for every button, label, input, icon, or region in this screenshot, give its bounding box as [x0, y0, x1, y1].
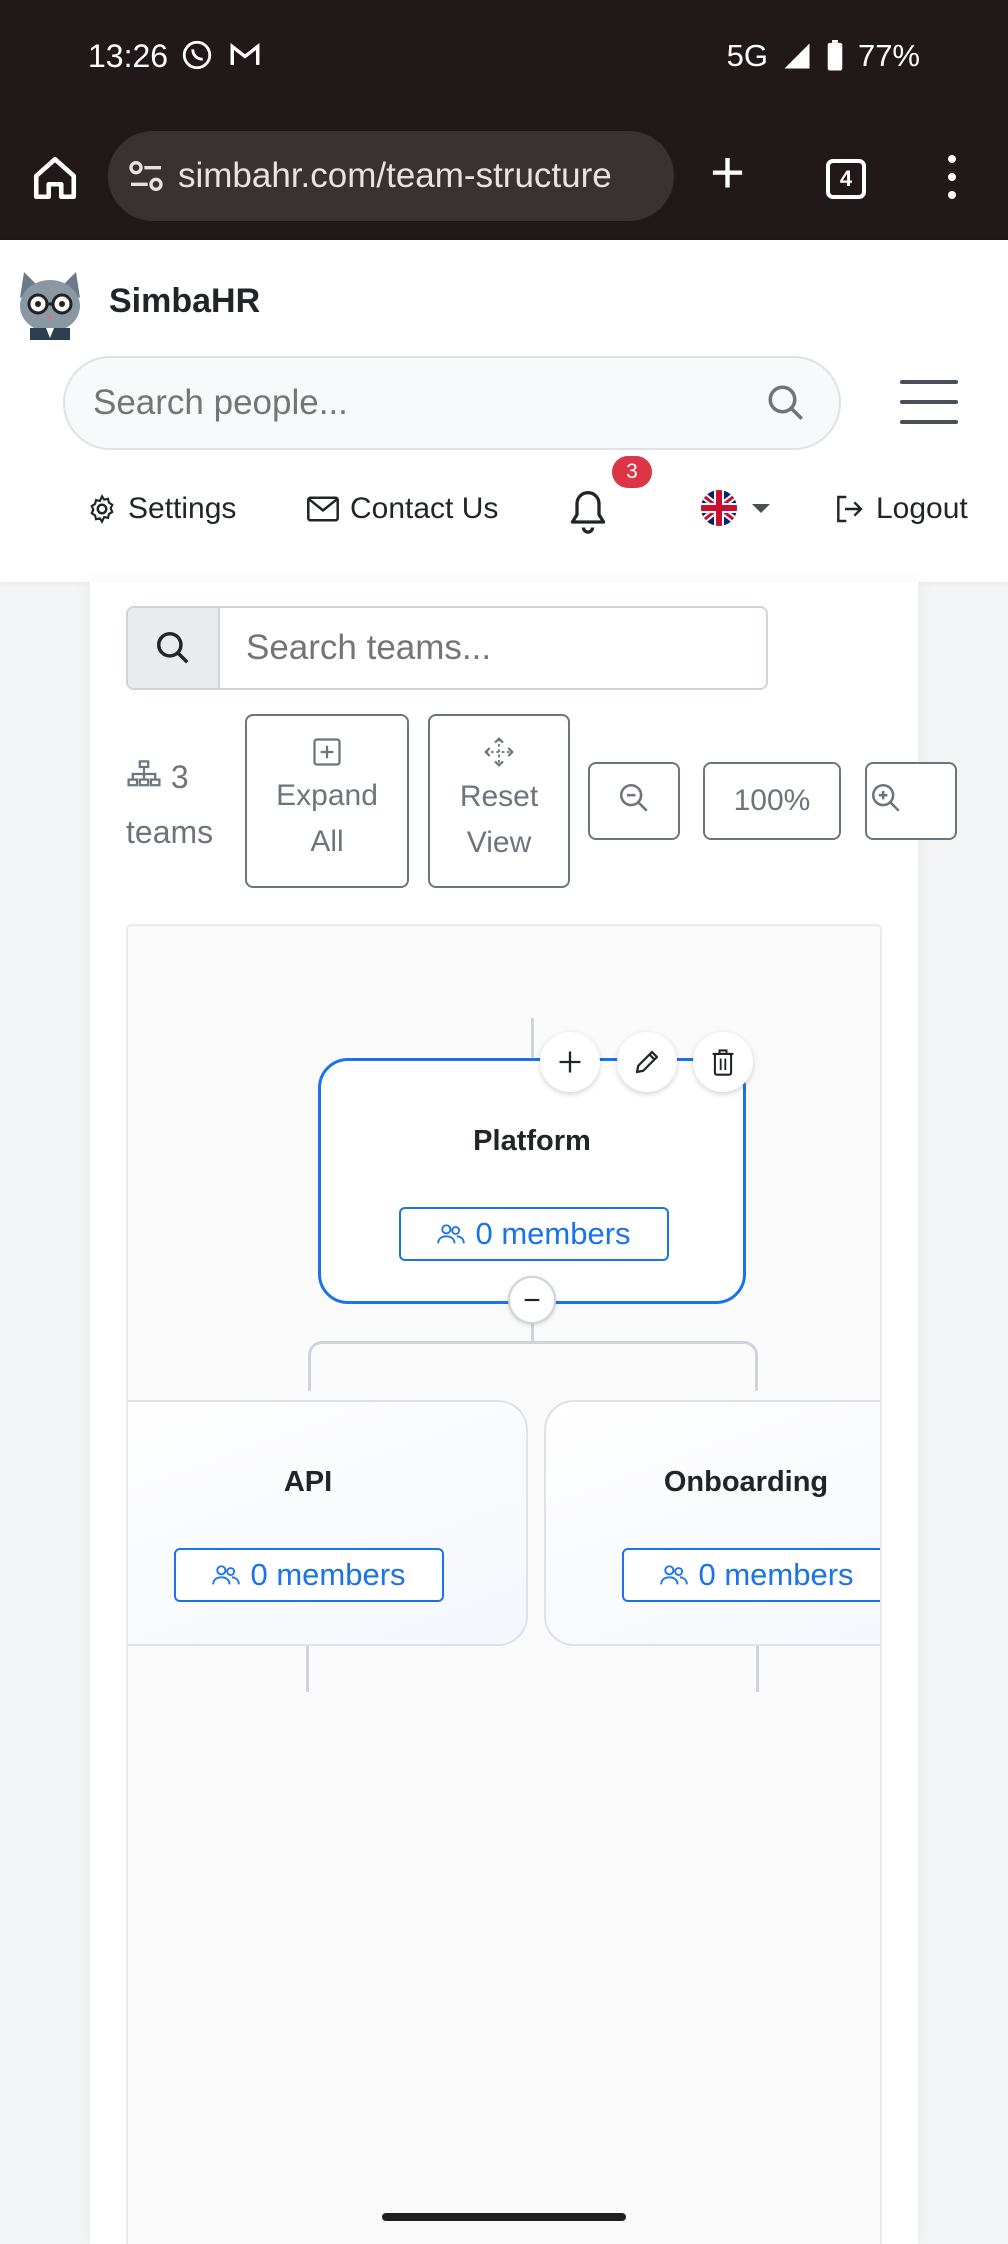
- menu-toggle-button[interactable]: [900, 380, 958, 424]
- zoom-in-button[interactable]: [865, 762, 957, 840]
- expand-all-label-2: All: [310, 825, 344, 858]
- members-count: 0 members: [475, 1216, 631, 1251]
- members-badge[interactable]: 0 members: [399, 1207, 669, 1261]
- team-count-number: 3: [170, 759, 189, 795]
- trash-icon: [712, 1049, 734, 1076]
- notifications-button[interactable]: [566, 486, 610, 536]
- whatsapp-icon: [182, 40, 212, 70]
- nav-logout-label: Logout: [876, 492, 968, 525]
- reset-view-label-2: View: [466, 826, 532, 859]
- org-chart-icon: [127, 760, 161, 787]
- uk-flag-icon: [701, 490, 737, 526]
- system-indicators: 5G 77%: [727, 38, 920, 74]
- team-search-group[interactable]: [126, 606, 768, 690]
- edit-team-button[interactable]: [617, 1032, 677, 1092]
- team-name: Platform: [473, 1125, 591, 1157]
- members-count: 0 members: [250, 1557, 406, 1592]
- team-structure-card: 3 teams Expand All Reset View 100% Platf…: [90, 582, 957, 2244]
- team-node-platform[interactable]: Platform 0 members: [318, 1058, 746, 1304]
- gear-icon: [90, 494, 114, 524]
- logout-icon: [837, 495, 863, 523]
- people-icon: [437, 1224, 466, 1244]
- site-header: SimbaHR Settings Contact Us: [0, 240, 1008, 582]
- battery-icon: [827, 40, 843, 71]
- delete-team-button[interactable]: [693, 1032, 753, 1092]
- home-icon[interactable]: [30, 153, 80, 203]
- people-search-box[interactable]: [63, 356, 841, 450]
- cat-logo-icon[interactable]: [10, 268, 90, 340]
- team-node-api[interactable]: API 0 members: [128, 1400, 528, 1646]
- envelope-icon: [307, 496, 339, 522]
- tab-switcher-button[interactable]: 4: [826, 159, 866, 199]
- members-badge[interactable]: 0 members: [174, 1548, 444, 1602]
- add-child-team-button[interactable]: [540, 1032, 600, 1092]
- language-selector[interactable]: [696, 490, 770, 526]
- nav-settings[interactable]: Settings: [86, 492, 236, 526]
- expand-all-label-1: Expand: [276, 779, 378, 812]
- address-bar[interactable]: simbahr.com/team-structure: [108, 131, 674, 221]
- notification-icons: [180, 38, 262, 72]
- network-type: 5G: [726, 38, 768, 73]
- site-settings-icon[interactable]: [126, 156, 166, 196]
- nav-settings-label: Settings: [128, 492, 237, 525]
- new-tab-button[interactable]: +: [710, 143, 745, 203]
- browser-toolbar: simbahr.com/team-structure + 4: [0, 115, 1008, 240]
- reset-view-button[interactable]: Reset View: [428, 714, 570, 888]
- bell-icon: [570, 491, 606, 534]
- notification-count-badge: 3: [612, 456, 652, 488]
- team-node-onboarding[interactable]: Onboarding 0 members: [544, 1400, 880, 1646]
- browser-menu-icon[interactable]: [948, 155, 958, 205]
- brand-name[interactable]: SimbaHR: [109, 282, 260, 321]
- signal-icon: [784, 43, 810, 69]
- battery-level: 77%: [857, 38, 920, 73]
- url-text: simbahr.com/team-structure: [178, 156, 612, 195]
- team-count: 3 teams: [126, 750, 236, 860]
- pencil-icon: [635, 1050, 659, 1074]
- team-search-input[interactable]: [220, 608, 766, 688]
- gesture-bar[interactable]: [382, 2213, 626, 2221]
- people-icon: [212, 1565, 241, 1585]
- people-search-input[interactable]: [93, 383, 733, 423]
- zoom-level-button[interactable]: 100%: [703, 762, 841, 840]
- gmail-icon: [230, 43, 260, 65]
- org-tree-canvas[interactable]: Platform 0 members API 0 members Onboard…: [126, 924, 882, 2244]
- search-icon[interactable]: [765, 382, 807, 424]
- search-icon: [157, 632, 189, 664]
- nav-contact-us[interactable]: Contact Us: [306, 492, 498, 526]
- onboarding-connector-bottom: [756, 1646, 759, 1692]
- team-name: API: [283, 1466, 333, 1498]
- clock: 13:26: [88, 38, 169, 74]
- caret-down-icon: [752, 504, 770, 513]
- branch-connector: [308, 1341, 758, 1391]
- people-icon: [660, 1565, 689, 1585]
- zoom-out-icon: [619, 783, 648, 812]
- zoom-out-button[interactable]: [588, 762, 680, 840]
- team-count-label: teams: [126, 814, 214, 850]
- top-nav: Settings Contact Us Logout: [0, 472, 1008, 552]
- members-count: 0 members: [698, 1557, 854, 1592]
- status-bar: 13:26 5G 77%: [0, 0, 1008, 115]
- reset-view-label-1: Reset: [459, 780, 539, 813]
- move-arrows-icon: [484, 737, 514, 767]
- api-connector-bottom: [306, 1646, 309, 1692]
- team-search-addon: [128, 608, 220, 688]
- collapse-node-button[interactable]: [508, 1276, 556, 1324]
- team-name: Onboarding: [663, 1466, 829, 1498]
- minus-icon: [524, 1298, 540, 1302]
- members-badge[interactable]: 0 members: [622, 1548, 880, 1602]
- plus-square-icon: [313, 738, 341, 766]
- zoom-in-icon: [871, 783, 900, 812]
- expand-all-button[interactable]: Expand All: [245, 714, 409, 888]
- plus-icon: [559, 1051, 581, 1073]
- nav-logout[interactable]: Logout: [832, 492, 968, 526]
- nav-contact-label: Contact Us: [350, 492, 499, 525]
